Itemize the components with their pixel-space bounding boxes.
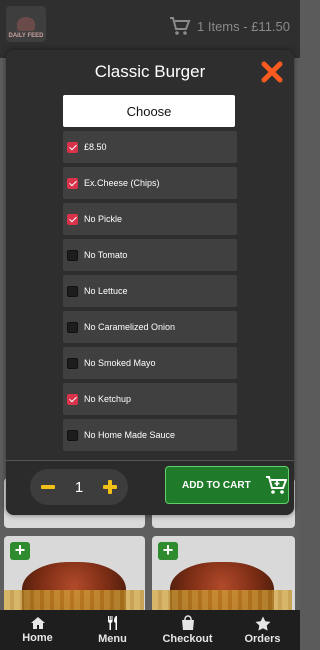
cart-summary[interactable]: 1 Items - £11.50 <box>169 16 290 36</box>
option-label: Ex.Cheese (Chips) <box>84 178 160 188</box>
option-row[interactable]: No Caramelized Onion <box>63 311 237 343</box>
option-row[interactable]: No Home Made Sauce <box>63 419 237 451</box>
nav-menu-label: Menu <box>98 633 127 645</box>
cart-icon <box>170 17 191 35</box>
option-checkbox[interactable] <box>67 357 78 369</box>
minus-icon <box>41 485 55 489</box>
option-checkbox[interactable] <box>67 177 78 189</box>
close-button[interactable] <box>260 60 284 84</box>
product-options-modal: Classic Burger Choose £8.50 Ex.Cheese (C… <box>6 50 294 515</box>
nav-home[interactable]: Home <box>0 610 75 650</box>
option-label: No Pickle <box>84 214 123 224</box>
shopping-bag-icon <box>181 615 194 630</box>
option-label: No Caramelized Onion <box>84 322 176 332</box>
increase-quantity-button[interactable] <box>100 477 120 497</box>
nav-checkout-label: Checkout <box>162 633 213 645</box>
option-label: No Home Made Sauce <box>84 430 176 440</box>
logo-crest <box>17 17 35 31</box>
bottom-nav: Home Menu Checkout Orders <box>0 610 300 650</box>
nav-checkout[interactable]: Checkout <box>150 610 225 650</box>
plus-icon <box>103 480 117 494</box>
option-checkbox[interactable] <box>67 321 78 333</box>
option-row[interactable]: £8.50 <box>63 131 237 163</box>
logo-text: DAILY FEED <box>8 33 44 39</box>
nav-menu[interactable]: Menu <box>75 610 150 650</box>
option-checkbox[interactable] <box>67 213 78 225</box>
add-to-cart-label: ADD TO CART <box>182 479 251 491</box>
add-item-icon[interactable]: + <box>10 541 30 560</box>
option-row[interactable]: No Pickle <box>63 203 237 235</box>
star-icon <box>255 616 270 631</box>
quantity-stepper: 1 <box>30 469 128 505</box>
nav-home-label: Home <box>22 632 53 644</box>
restaurant-logo[interactable]: DAILY FEED <box>6 6 46 42</box>
option-label: £8.50 <box>84 142 107 152</box>
option-row[interactable]: No Tomato <box>63 239 237 271</box>
section-header: Choose <box>63 95 235 127</box>
add-to-cart-button[interactable]: ADD TO CART <box>165 466 289 504</box>
product-card[interactable]: + <box>4 536 145 616</box>
option-label: No Smoked Mayo <box>84 358 156 368</box>
product-card[interactable]: + <box>152 536 295 616</box>
nav-orders-label: Orders <box>244 632 281 645</box>
modal-title: Classic Burger <box>94 62 206 81</box>
option-checkbox[interactable] <box>67 141 78 153</box>
option-row[interactable]: No Ketchup <box>63 383 237 415</box>
cart-summary-text: 1 Items - £11.50 <box>197 18 290 34</box>
option-row[interactable]: No Smoked Mayo <box>63 347 237 379</box>
option-label: No Tomato <box>84 250 128 260</box>
option-label: No Lettuce <box>84 286 128 296</box>
option-checkbox[interactable] <box>67 393 78 405</box>
add-to-cart-icon <box>265 476 287 494</box>
add-item-icon[interactable]: + <box>158 541 178 560</box>
fork-knife-icon <box>107 616 117 630</box>
decrease-quantity-button[interactable] <box>38 477 58 497</box>
option-label: No Ketchup <box>84 394 132 404</box>
close-icon <box>261 61 283 83</box>
option-row[interactable]: Ex.Cheese (Chips) <box>63 167 237 199</box>
home-icon <box>30 617 45 629</box>
option-row[interactable]: No Lettuce <box>63 275 237 307</box>
nav-orders[interactable]: Orders <box>225 610 300 650</box>
option-checkbox[interactable] <box>67 429 78 441</box>
modal-footer: 1 ADD TO CART <box>6 460 294 515</box>
option-checkbox[interactable] <box>67 285 78 297</box>
option-checkbox[interactable] <box>67 249 78 261</box>
quantity-value: 1 <box>74 478 84 496</box>
